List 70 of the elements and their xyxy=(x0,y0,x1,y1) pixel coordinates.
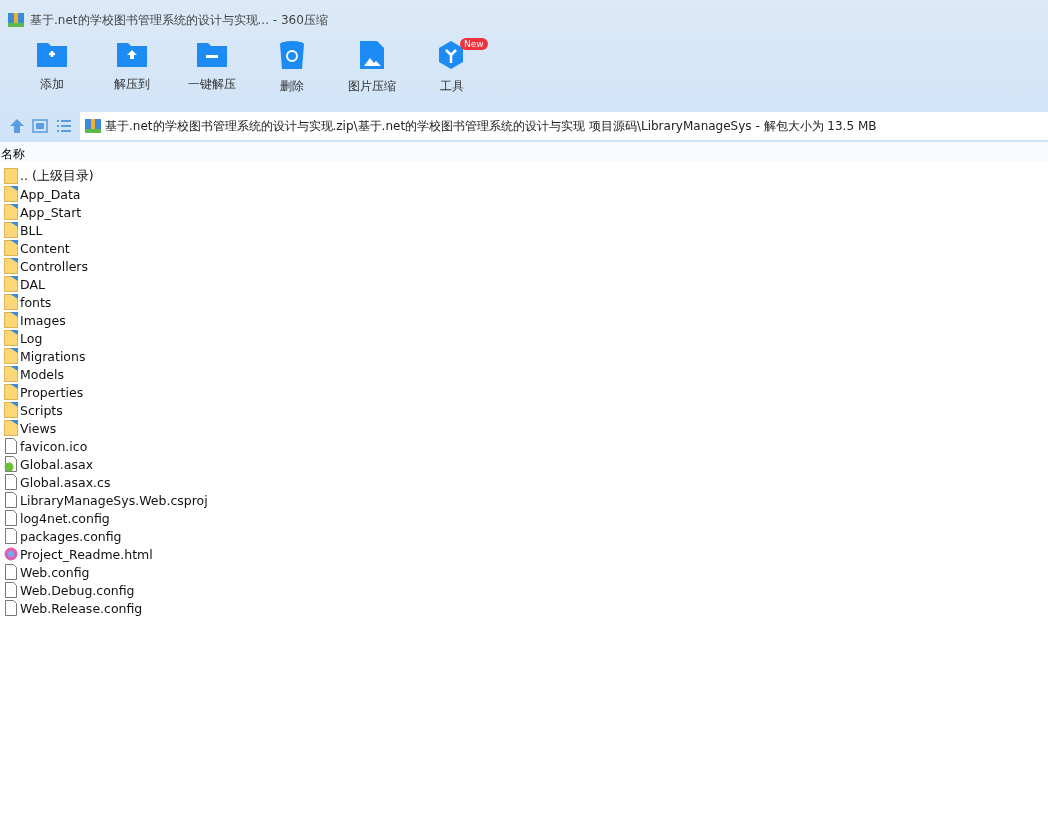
file-icon xyxy=(4,564,18,580)
folder-minus-icon xyxy=(196,40,228,68)
file-name[interactable]: Global.asax.cs xyxy=(20,474,111,490)
window-title: 基于.net的学校图书管理系统的设计与实现... - 360压缩 xyxy=(30,11,328,29)
up-arrow-icon[interactable] xyxy=(10,119,24,133)
address-field[interactable]: 基于.net的学校图书管理系统的设计与实现.zip\基于.net的学校图书管理系统的设计与实现 项目源码\LibraryManageSys - 解包大小为 13.5 MB xyxy=(80,112,1048,140)
file-icon xyxy=(4,600,18,616)
file-name[interactable]: favicon.ico xyxy=(20,438,88,454)
folder-icon xyxy=(4,168,18,184)
folder-icon xyxy=(4,366,18,382)
file-name[interactable]: Models xyxy=(20,366,65,382)
file-name[interactable]: Properties xyxy=(20,384,84,400)
toolbar-button[interactable]: 删除 xyxy=(252,40,332,102)
file-name[interactable]: Scripts xyxy=(20,402,63,418)
file-icon xyxy=(4,492,18,508)
folder-icon xyxy=(4,186,18,202)
address-path: 基于.net的学校图书管理系统的设计与实现.zip\基于.net的学校图书管理系统的设计与实现 项目源码\LibraryManageSys - 解包大小为 13.5 MB xyxy=(105,117,877,135)
file-name[interactable]: Views xyxy=(20,420,57,436)
folder-icon xyxy=(4,204,18,220)
folder-icon xyxy=(4,258,18,274)
folder-icon xyxy=(4,420,18,436)
archive-icon xyxy=(8,13,24,27)
folder-icon xyxy=(4,276,18,292)
folder-icon xyxy=(4,312,18,328)
recycle-bin-icon xyxy=(279,40,305,70)
new-badge: New xyxy=(460,38,488,50)
file-name[interactable]: Content xyxy=(20,240,70,256)
file-name[interactable]: Project_Readme.html xyxy=(20,546,153,562)
folder-icon xyxy=(4,294,18,310)
folder-icon xyxy=(4,240,18,256)
folder-icon xyxy=(4,402,18,418)
file-name[interactable]: Migrations xyxy=(20,348,86,364)
file-name[interactable]: log4net.config xyxy=(20,510,110,526)
folder-icon xyxy=(4,384,18,400)
toolbar-button[interactable]: 解压到 xyxy=(92,40,172,102)
file-name[interactable]: BLL xyxy=(20,222,43,238)
file-name[interactable]: fonts xyxy=(20,294,52,310)
file-name[interactable]: App_Start xyxy=(20,204,82,220)
file-icon xyxy=(4,438,18,454)
file-name[interactable]: Images xyxy=(20,312,66,328)
file-name[interactable]: Web.config xyxy=(20,564,90,580)
file-name[interactable]: Log xyxy=(20,330,43,346)
toolbar-button[interactable]: 工具 New xyxy=(412,40,492,102)
file-name[interactable]: packages.config xyxy=(20,528,122,544)
folder-icon xyxy=(4,330,18,346)
list-view-icon[interactable] xyxy=(56,119,72,133)
file-icon xyxy=(4,510,18,526)
thumbnail-view-icon[interactable] xyxy=(32,119,48,133)
folder-icon xyxy=(4,222,18,238)
folder-upload-icon xyxy=(116,40,148,68)
file-icon xyxy=(4,582,18,598)
file-name[interactable]: Global.asax xyxy=(20,456,94,472)
toolbar-button[interactable]: 添加 xyxy=(12,40,92,102)
file-name[interactable]: Web.Release.config xyxy=(20,600,143,616)
file-name[interactable]: Controllers xyxy=(20,258,88,274)
file-icon xyxy=(4,528,18,544)
file-icon xyxy=(4,474,18,490)
archive-icon xyxy=(85,119,101,133)
image-file-icon xyxy=(359,40,385,70)
column-header[interactable]: 名称 xyxy=(1,147,25,161)
folder-plus-icon xyxy=(36,40,68,68)
toolbar-button[interactable]: 图片压缩 xyxy=(332,40,412,102)
globe-file-icon xyxy=(4,456,18,472)
file-name[interactable]: .. (上级目录) xyxy=(20,167,94,185)
file-name[interactable]: LibraryManageSys.Web.csproj xyxy=(20,492,208,508)
folder-icon xyxy=(4,348,18,364)
file-name[interactable]: DAL xyxy=(20,276,45,292)
file-name[interactable]: Web.Debug.config xyxy=(20,582,135,598)
file-name[interactable]: App_Data xyxy=(20,186,81,202)
toolbar-button[interactable]: 一键解压 xyxy=(172,40,252,102)
